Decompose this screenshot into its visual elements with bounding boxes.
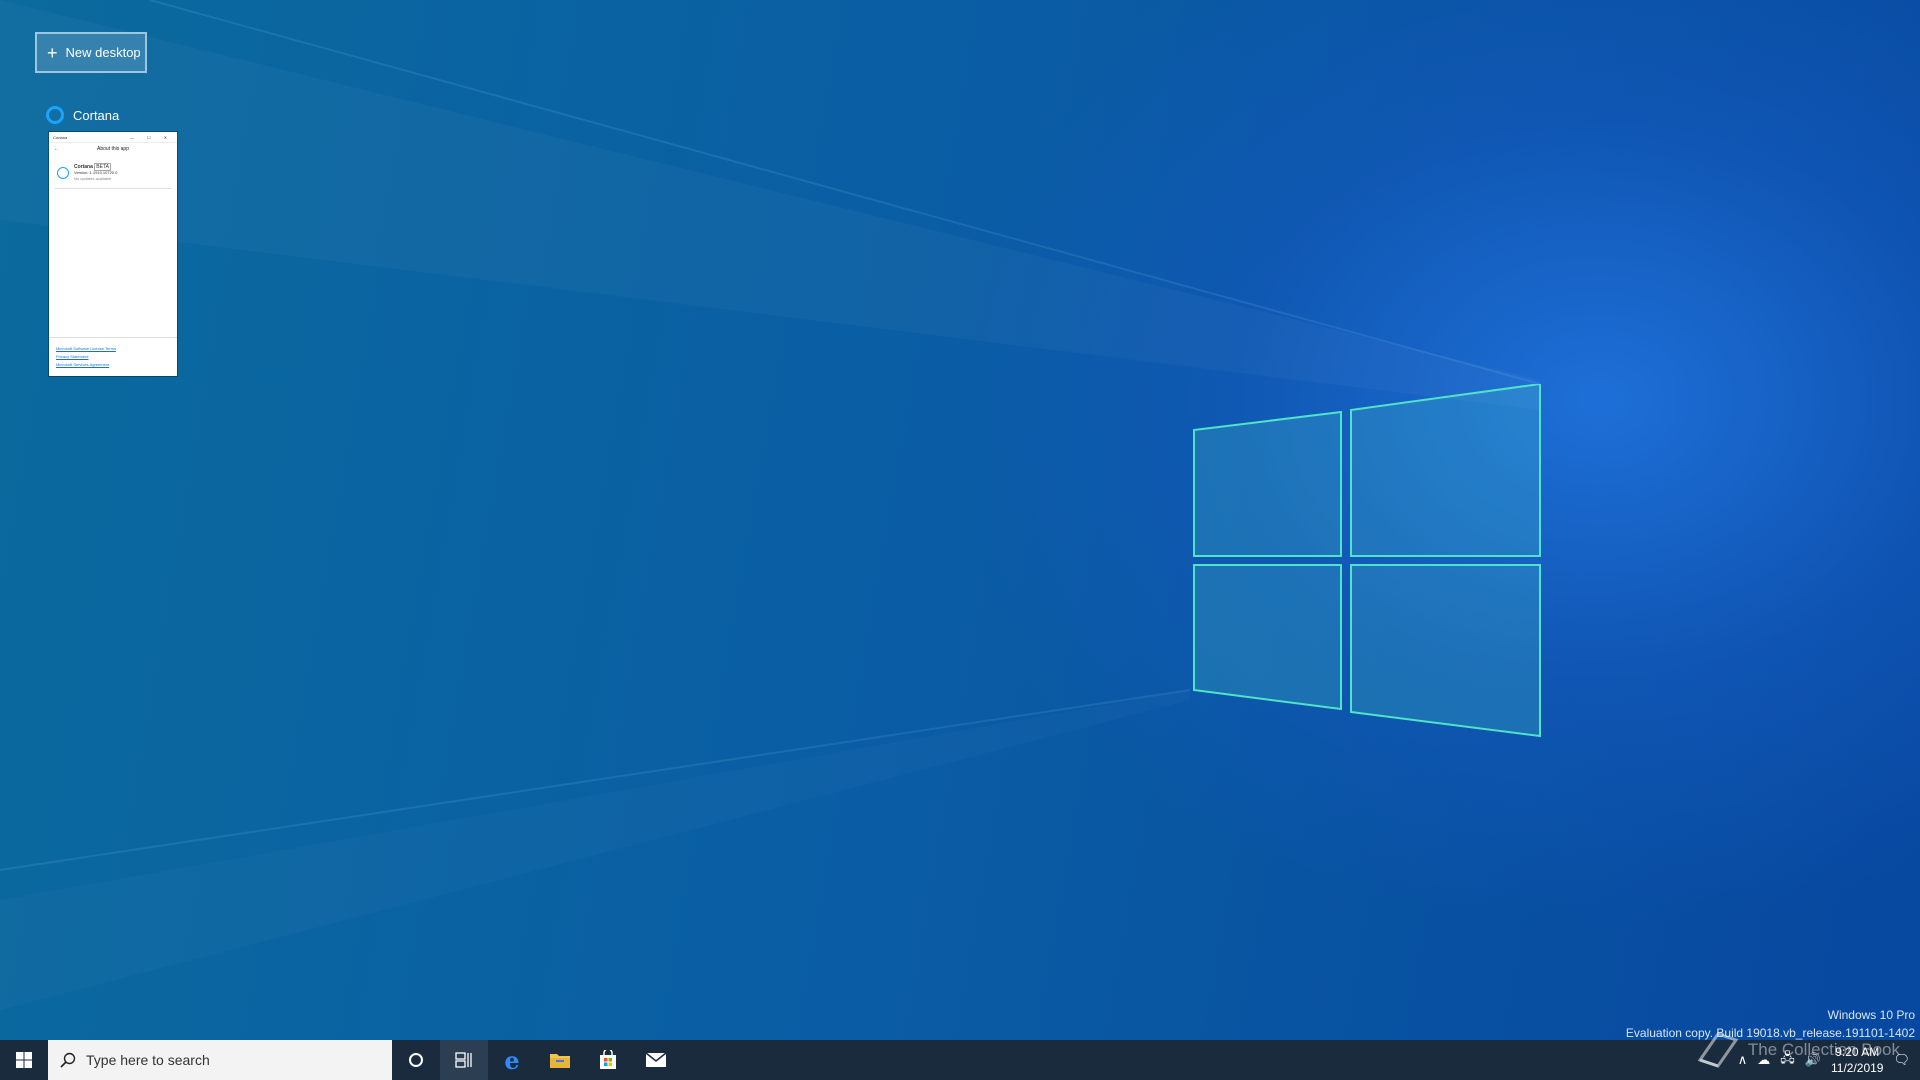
thumbnail-app-info: Cortana BETA Version: 1.1910.10720.0 No …	[57, 163, 177, 182]
new-desktop-label: New desktop	[65, 45, 141, 60]
thumbnail-bottom-divider	[49, 337, 177, 338]
thumbnail-divider	[55, 188, 171, 189]
thumbnail-link: Microsoft Services Agreement	[56, 362, 110, 367]
store-button[interactable]	[584, 1040, 632, 1080]
clock-date: 11/2/2019	[1830, 1061, 1884, 1075]
windows-logo-icon	[16, 1052, 32, 1068]
file-explorer-button[interactable]	[536, 1040, 584, 1080]
edge-button[interactable]: e	[488, 1040, 536, 1080]
back-arrow-icon: ←	[54, 146, 59, 152]
new-desktop-button[interactable]: + New desktop	[35, 32, 147, 73]
wallpaper-windows-logo	[1193, 384, 1541, 738]
window-title-label: Cortana	[73, 107, 120, 123]
thumbnail-heading-text: About this app	[97, 146, 129, 152]
mail-icon	[645, 1052, 667, 1067]
cortana-circle-icon	[409, 1053, 423, 1067]
taskbar-clock[interactable]: 9:20 AM 11/2/2019	[1831, 1044, 1884, 1076]
onedrive-icon[interactable]: ☁	[1757, 1052, 1770, 1068]
taskbar: Type here to search e ∧ ☁ 🖧 🔊 9:20 AM 11…	[0, 1040, 1920, 1080]
store-icon	[600, 1050, 616, 1069]
chevron-up-icon[interactable]: ∧	[1738, 1052, 1748, 1068]
start-button[interactable]	[0, 1040, 48, 1080]
task-view-button[interactable]	[440, 1040, 488, 1080]
evaluation-watermark: Windows 10 Pro Evaluation copy. Build 19…	[1626, 1006, 1915, 1042]
thumbnail-titlebar: Cortana — ☐ ✕	[49, 132, 177, 143]
thumbnail-heading: ← About this app	[49, 146, 177, 152]
edge-icon: e	[504, 1045, 520, 1075]
network-icon[interactable]: 🖧	[1780, 1049, 1795, 1071]
watermark-edition: Windows 10 Pro	[1827, 1008, 1915, 1022]
clock-time: 9:20 AM	[1835, 1045, 1880, 1059]
task-view-window-title[interactable]: Cortana	[46, 106, 119, 124]
mail-button[interactable]	[632, 1040, 680, 1080]
cortana-window-thumbnail[interactable]: Cortana — ☐ ✕ ← About this app Cortana B…	[49, 132, 177, 376]
thumbnail-links: Microsoft Software License Terms Privacy…	[56, 345, 116, 369]
search-placeholder: Type here to search	[86, 1052, 210, 1068]
file-explorer-icon	[550, 1054, 570, 1068]
cortana-small-ring-icon	[57, 167, 69, 179]
volume-icon[interactable]: 🔊	[1805, 1052, 1821, 1068]
action-center-icon[interactable]: 🗨	[1893, 1052, 1910, 1068]
thumbnail-window-controls: — ☐ ✕	[129, 134, 173, 140]
plus-icon: +	[47, 42, 58, 63]
taskbar-search-box[interactable]: Type here to search	[48, 1040, 392, 1080]
wallpaper-beams	[0, 0, 1541, 871]
cortana-button[interactable]	[392, 1040, 440, 1080]
thumbnail-titlebar-text: Cortana	[53, 134, 68, 140]
thumbnail-link: Microsoft Software License Terms	[56, 346, 116, 351]
system-tray: ∧ ☁ 🖧 🔊 9:20 AM 11/2/2019 🗨	[1738, 1040, 1920, 1080]
task-view-icon	[455, 1052, 472, 1068]
thumbnail-status: No updates available	[74, 176, 112, 181]
cortana-ring-icon	[46, 106, 64, 124]
thumbnail-link: Privacy Statement	[56, 354, 89, 359]
search-icon	[60, 1052, 76, 1068]
